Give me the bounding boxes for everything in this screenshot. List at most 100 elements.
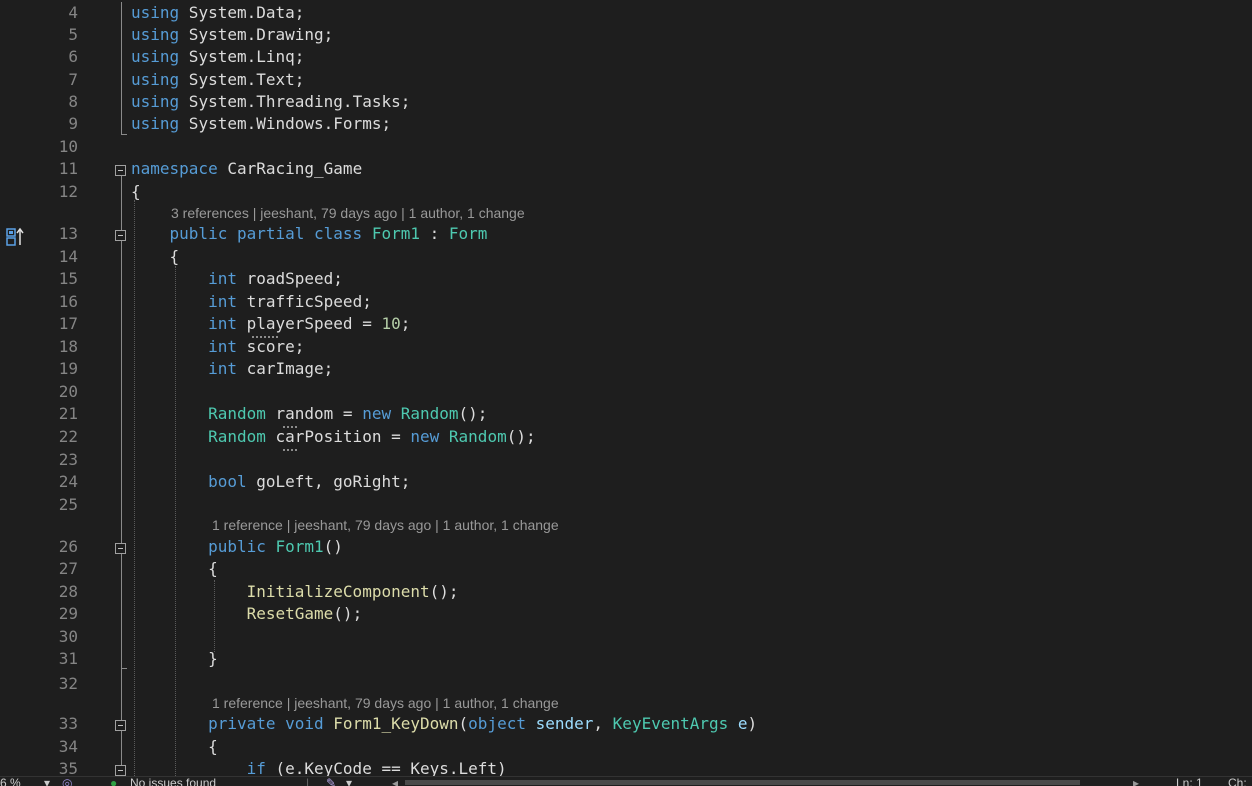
code-token: goLeft, goRight; bbox=[246, 472, 411, 491]
line-number: 15 bbox=[58, 269, 78, 288]
code-text[interactable]: using System.Threading.Tasks; bbox=[131, 91, 410, 113]
code-text[interactable]: namespace CarRacing_Game bbox=[131, 158, 362, 180]
line-number: 24 bbox=[58, 472, 78, 491]
code-token: System.Linq; bbox=[179, 47, 305, 66]
code-token: new bbox=[410, 427, 440, 446]
codelens-keydown[interactable]: 1 reference | jeeshant, 79 days ago | 1 … bbox=[212, 695, 559, 711]
line-number: 6 bbox=[68, 47, 78, 66]
code-token: int bbox=[208, 314, 237, 333]
suggestion-hint-random[interactable] bbox=[283, 424, 297, 428]
code-line: 5 using System.Drawing; bbox=[0, 24, 1252, 46]
code-text[interactable]: int carImage; bbox=[131, 358, 333, 380]
code-text[interactable]: int score; bbox=[131, 336, 304, 358]
code-text[interactable]: private void Form1_KeyDown(object sender… bbox=[131, 713, 757, 735]
code-text[interactable]: { bbox=[131, 558, 218, 580]
code-token: ResetGame bbox=[246, 604, 334, 623]
code-text[interactable]: ResetGame(); bbox=[131, 603, 363, 625]
code-text[interactable]: { bbox=[131, 736, 218, 758]
code-text[interactable]: public Form1() bbox=[131, 536, 343, 558]
code-line: 20 bbox=[0, 381, 1252, 403]
code-token: (); bbox=[506, 427, 536, 446]
code-text[interactable]: using System.Windows.Forms; bbox=[131, 113, 391, 135]
code-line: 8 using System.Threading.Tasks; bbox=[0, 91, 1252, 113]
code-token: Form1 bbox=[371, 224, 420, 243]
code-line: 17 int playerSpeed = 10; bbox=[0, 313, 1252, 335]
code-text[interactable]: Random random = new Random(); bbox=[131, 403, 487, 425]
code-text[interactable]: InitializeComponent(); bbox=[131, 581, 459, 603]
line-number: 26 bbox=[58, 537, 78, 556]
code-text[interactable]: { bbox=[131, 246, 180, 268]
code-token: public bbox=[208, 537, 266, 556]
suggestion-hint-carposition[interactable] bbox=[283, 447, 297, 451]
code-token: e bbox=[737, 714, 748, 733]
code-token: namespace bbox=[131, 159, 218, 178]
code-token: using bbox=[131, 70, 180, 89]
code-token: private void bbox=[208, 714, 324, 733]
code-line: 23 bbox=[0, 449, 1252, 471]
line-number: 30 bbox=[58, 627, 78, 646]
code-text[interactable]: using System.Text; bbox=[131, 69, 304, 91]
code-token: using bbox=[131, 3, 180, 22]
code-text[interactable]: } bbox=[131, 648, 218, 670]
code-line: 12 { bbox=[0, 181, 1252, 203]
code-token: if bbox=[246, 759, 266, 776]
code-token: using bbox=[131, 25, 180, 44]
code-text[interactable]: int playerSpeed = 10; bbox=[131, 313, 410, 335]
code-token: Form1 bbox=[275, 537, 324, 556]
line-number: 4 bbox=[68, 3, 78, 22]
code-token: System bbox=[179, 3, 247, 22]
code-text[interactable]: bool goLeft, goRight; bbox=[131, 471, 410, 493]
code-line: 15 int roadSpeed; bbox=[0, 268, 1252, 290]
line-number: 22 bbox=[58, 427, 78, 446]
code-token: () bbox=[323, 537, 343, 556]
code-token: playerSpeed = bbox=[236, 314, 382, 333]
line-number: 28 bbox=[58, 582, 78, 601]
code-text[interactable]: { bbox=[131, 181, 141, 203]
code-token: Random bbox=[208, 427, 266, 446]
code-token: 10 bbox=[381, 314, 401, 333]
code-text[interactable]: int roadSpeed; bbox=[131, 268, 343, 290]
code-text[interactable]: using System.Drawing; bbox=[131, 24, 333, 46]
codelens-constructor[interactable]: 1 reference | jeeshant, 79 days ago | 1 … bbox=[212, 517, 559, 533]
code-text[interactable]: using System.Data; bbox=[131, 2, 304, 24]
code-line: 29 ResetGame(); bbox=[0, 603, 1252, 625]
code-text[interactable]: if (e.KeyCode == Keys.Left) bbox=[131, 758, 507, 776]
code-token: ( bbox=[458, 714, 469, 733]
codelens-class[interactable]: 3 references | jeeshant, 79 days ago | 1… bbox=[171, 205, 525, 221]
code-line: 16 int trafficSpeed; bbox=[0, 291, 1252, 313]
horizontal-scrollbar[interactable] bbox=[405, 780, 1080, 785]
code-token: (); bbox=[333, 604, 363, 623]
line-number: 13 bbox=[58, 224, 78, 243]
code-token: roadSpeed; bbox=[236, 269, 343, 288]
code-token: Form1_KeyDown bbox=[333, 714, 459, 733]
code-text[interactable]: public partial class Form1 : Form bbox=[131, 223, 488, 245]
code-text[interactable]: using System.Linq; bbox=[131, 46, 304, 68]
code-line: 27 { bbox=[0, 558, 1252, 580]
suggestion-hint-playerspeed[interactable] bbox=[252, 334, 278, 338]
code-token: { bbox=[131, 182, 141, 201]
code-text[interactable]: Random carPosition = new Random(); bbox=[131, 426, 536, 448]
code-line: 19 int carImage; bbox=[0, 358, 1252, 380]
line-number: 29 bbox=[58, 604, 78, 623]
code-token: public partial class bbox=[169, 224, 372, 243]
line-number: 19 bbox=[58, 359, 78, 378]
code-text[interactable]: int trafficSpeed; bbox=[131, 291, 372, 313]
code-token: random = bbox=[265, 404, 363, 423]
code-token: int bbox=[208, 269, 237, 288]
code-line: 10 bbox=[0, 136, 1252, 158]
code-editor[interactable]: 4 using System.Data; 5 using System.Draw… bbox=[0, 0, 1252, 776]
code-token: System.Drawing; bbox=[179, 25, 334, 44]
line-number: 5 bbox=[68, 25, 78, 44]
line-number: 33 bbox=[58, 714, 78, 733]
